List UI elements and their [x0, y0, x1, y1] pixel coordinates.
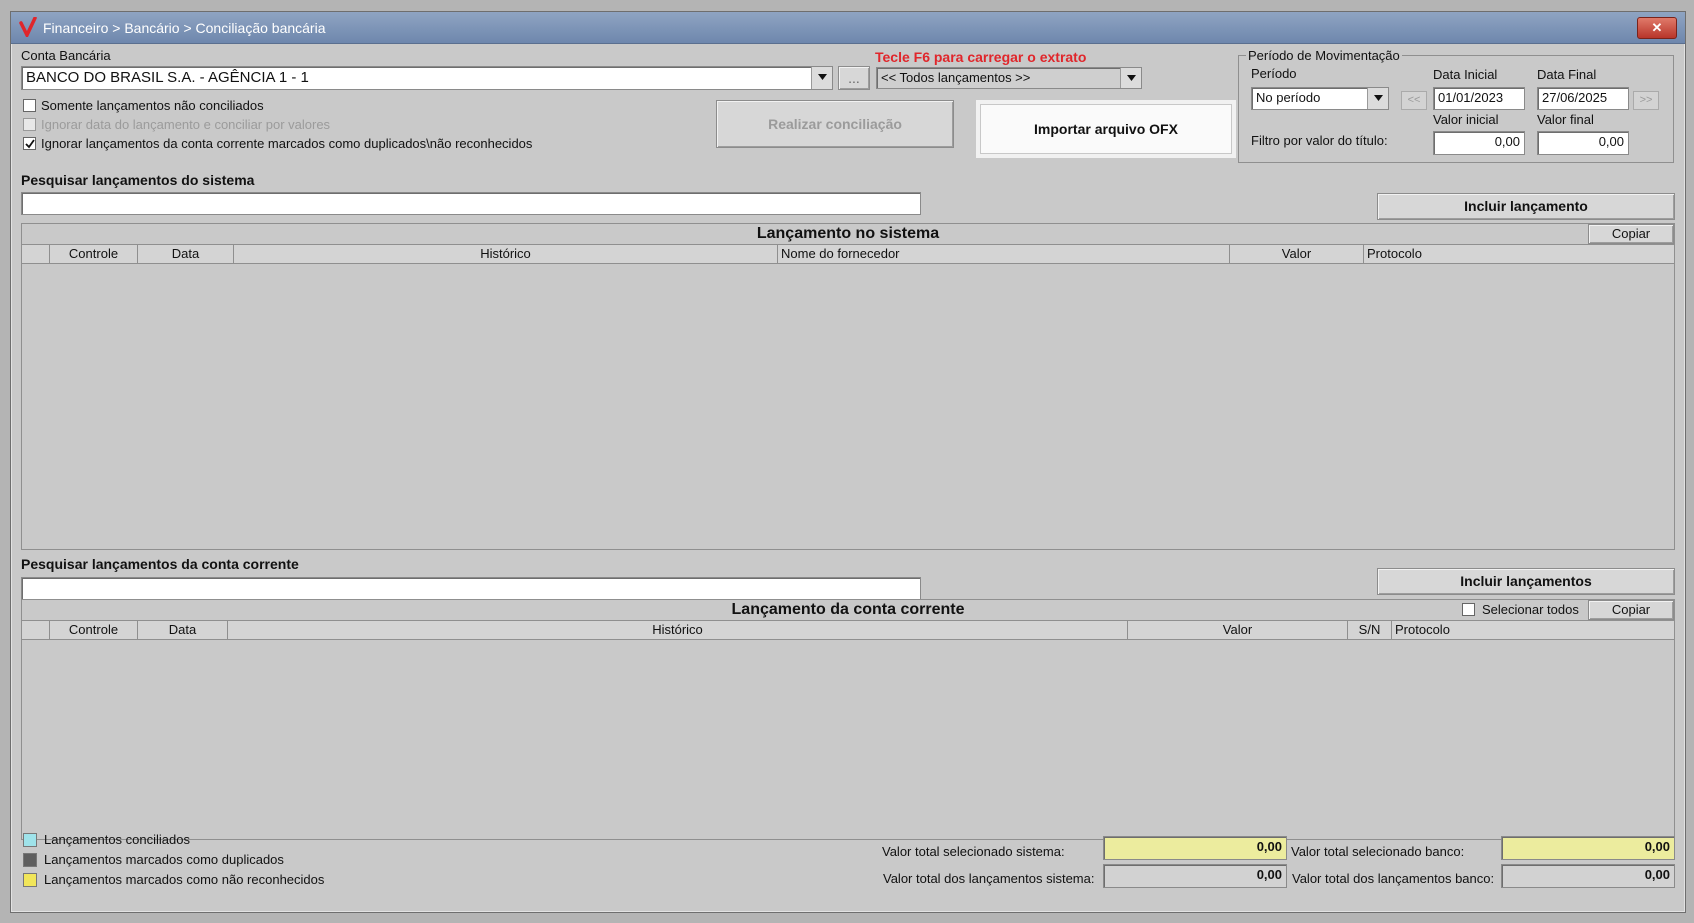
tot-sistema-value: 0,00	[1103, 864, 1287, 888]
filtro-valor-label: Filtro por valor do título:	[1251, 133, 1388, 148]
incluir-lancamento-button[interactable]: Incluir lançamento	[1377, 193, 1675, 220]
realizar-conciliacao-button[interactable]: Realizar conciliação	[716, 100, 954, 148]
sistema-grid-title: Lançamento no sistema	[22, 224, 1674, 245]
valor-final-label: Valor final	[1537, 112, 1594, 127]
banco-search-label: Pesquisar lançamentos da conta corrente	[21, 556, 299, 572]
sistema-search-input[interactable]	[21, 192, 921, 215]
legend-swatch-nao-reconhecidos	[23, 873, 37, 887]
col-sn[interactable]: S/N	[1348, 621, 1392, 639]
sistema-copiar-button[interactable]: Copiar	[1588, 224, 1674, 244]
legend-label-duplicados: Lançamentos marcados como duplicados	[44, 852, 284, 867]
col-data[interactable]: Data	[138, 245, 234, 263]
col-data[interactable]: Data	[138, 621, 228, 639]
col-valor[interactable]: Valor	[1128, 621, 1348, 639]
tot-sistema-label: Valor total dos lançamentos sistema:	[883, 871, 1095, 886]
conta-combo[interactable]: BANCO DO BRASIL S.A. - AGÊNCIA 1 - 1	[21, 66, 833, 90]
col-controle[interactable]: Controle	[50, 621, 138, 639]
option-checkbox-0[interactable]	[23, 99, 36, 112]
sel-banco-value: 0,00	[1501, 836, 1675, 860]
periodo-legend: Período de Movimentação	[1246, 48, 1402, 63]
option-checkbox-1[interactable]	[23, 118, 36, 131]
sistema-grid: Lançamento no sistema Copiar Controle Da…	[21, 223, 1675, 550]
extrato-filter-combo[interactable]: << Todos lançamentos >>	[876, 67, 1142, 89]
row-selector-header	[22, 245, 50, 263]
close-button[interactable]: ✕	[1637, 17, 1677, 39]
valor-inicial-label: Valor inicial	[1433, 112, 1499, 127]
valor-inicial-input[interactable]: 0,00	[1433, 131, 1525, 155]
extrato-filter-value: << Todos lançamentos >>	[881, 70, 1031, 85]
checkmark-icon	[25, 139, 35, 149]
data-final-input[interactable]: 27/06/2025	[1537, 87, 1629, 110]
importar-ofx-button[interactable]: Importar arquivo OFX	[980, 104, 1232, 154]
sel-sistema-label: Valor total selecionado sistema:	[882, 844, 1065, 859]
col-controle[interactable]: Controle	[50, 245, 138, 263]
option-label-1: Ignorar data do lançamento e conciliar p…	[41, 117, 331, 132]
col-historico[interactable]: Histórico	[234, 245, 778, 263]
selecionar-todos-checkbox[interactable]	[1462, 603, 1475, 616]
sistema-search-label: Pesquisar lançamentos do sistema	[21, 172, 255, 188]
option-checkbox-2[interactable]	[23, 137, 36, 150]
conta-browse-button[interactable]: ...	[838, 66, 870, 90]
data-inicial-label: Data Inicial	[1433, 67, 1498, 82]
banco-grid-title: Lançamento da conta corrente	[22, 600, 1674, 621]
legend-swatch-duplicados	[23, 853, 37, 867]
row-selector-header	[22, 621, 50, 639]
periodo-label: Período	[1251, 66, 1297, 81]
conta-value: BANCO DO BRASIL S.A. - AGÊNCIA 1 - 1	[26, 69, 309, 86]
banco-copiar-button[interactable]: Copiar	[1588, 600, 1674, 620]
window-title: Financeiro > Bancário > Conciliação banc…	[43, 20, 326, 36]
option-label-0: Somente lançamentos não conciliados	[41, 98, 264, 113]
sel-sistema-value: 0,00	[1103, 836, 1287, 860]
f6-hint: Tecle F6 para carregar o extrato	[875, 49, 1087, 65]
col-historico[interactable]: Histórico	[228, 621, 1128, 639]
app-logo-icon	[19, 17, 37, 37]
incluir-lancamentos-button[interactable]: Incluir lançamentos	[1377, 568, 1675, 595]
periodo-prev-button[interactable]: <<	[1401, 91, 1427, 110]
tot-banco-value: 0,00	[1501, 864, 1675, 888]
periodo-dropdown-icon[interactable]	[1367, 88, 1388, 109]
data-final-label: Data Final	[1537, 67, 1597, 82]
title-bar: Financeiro > Bancário > Conciliação banc…	[11, 12, 1685, 44]
periodo-combo[interactable]: No período	[1251, 87, 1389, 110]
valor-final-input[interactable]: 0,00	[1537, 131, 1629, 155]
data-inicial-input[interactable]: 01/01/2023	[1433, 87, 1525, 110]
periodo-value: No período	[1256, 90, 1321, 105]
legend-label-nao-reconhecidos: Lançamentos marcados como não reconhecid…	[44, 872, 325, 887]
sel-banco-label: Valor total selecionado banco:	[1291, 844, 1465, 859]
banco-grid: Lançamento da conta corrente Selecionar …	[21, 599, 1675, 840]
conta-dropdown-icon[interactable]	[811, 67, 832, 89]
legend-label-conciliados: Lançamentos conciliados	[44, 832, 190, 847]
option-label-2: Ignorar lançamentos da conta corrente ma…	[41, 136, 533, 151]
banco-search-input[interactable]	[21, 577, 921, 600]
banco-grid-header: Controle Data Histórico Valor S/N Protoc…	[22, 621, 1674, 640]
periodo-next-button[interactable]: >>	[1633, 91, 1659, 110]
col-valor[interactable]: Valor	[1230, 245, 1364, 263]
conciliacao-window: Financeiro > Bancário > Conciliação banc…	[10, 11, 1686, 913]
col-protocolo[interactable]: Protocolo	[1392, 621, 1674, 639]
tot-banco-label: Valor total dos lançamentos banco:	[1292, 871, 1495, 886]
sistema-grid-header: Controle Data Histórico Nome do forneced…	[22, 245, 1674, 264]
legend-swatch-conciliados	[23, 833, 37, 847]
selecionar-todos-label: Selecionar todos	[1482, 602, 1579, 617]
conta-label: Conta Bancária	[21, 48, 111, 63]
col-protocolo[interactable]: Protocolo	[1364, 245, 1674, 263]
extrato-dropdown-icon[interactable]	[1120, 68, 1141, 88]
col-fornecedor[interactable]: Nome do fornecedor	[778, 245, 1230, 263]
